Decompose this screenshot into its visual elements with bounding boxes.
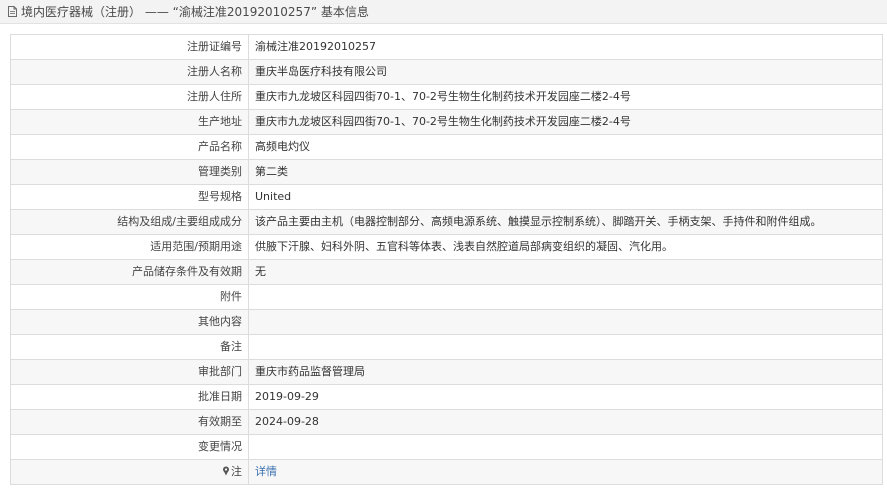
table-row: 批准日期 2019-09-29 (10, 384, 883, 410)
table-row: 附件 (10, 284, 883, 310)
row-label: 管理类别 (10, 159, 249, 185)
row-value: United (248, 184, 883, 210)
page-title: 境内医疗器械（注册） —— “渝械注准20192010257” 基本信息 (21, 5, 369, 19)
page: 境内医疗器械（注册） —— “渝械注准20192010257” 基本信息 注册证… (0, 0, 887, 502)
row-label: 其他内容 (10, 309, 249, 335)
row-label: 适用范围/预期用途 (10, 234, 249, 260)
row-value: 该产品主要由主机（电器控制部分、高频电源系统、触摸显示控制系统）、脚踏开关、手柄… (248, 209, 883, 235)
row-value (248, 284, 883, 310)
row-value (248, 434, 883, 460)
table-row: 有效期至 2024-09-28 (10, 409, 883, 435)
row-value: 供腋下汗腺、妇科外阴、五官科等体表、浅表自然腔道局部病变组织的凝固、汽化用。 (248, 234, 883, 260)
row-value: 重庆市药品监督管理局 (248, 359, 883, 385)
row-label: 审批部门 (10, 359, 249, 385)
row-label: 变更情况 (10, 434, 249, 460)
table-row: 管理类别 第二类 (10, 159, 883, 185)
note-value-cell: 详情 (248, 459, 883, 485)
table-row: 注册证编号 渝械注准20192010257 (10, 34, 883, 60)
info-table: 注册证编号 渝械注准20192010257 注册人名称 重庆半岛医疗科技有限公司… (10, 34, 883, 485)
row-value (248, 309, 883, 335)
row-value (248, 334, 883, 360)
table-row: 备注 (10, 334, 883, 360)
document-icon (6, 5, 19, 18)
table-row: 型号规格 United (10, 184, 883, 210)
row-value: 重庆半岛医疗科技有限公司 (248, 59, 883, 85)
row-label: 产品储存条件及有效期 (10, 259, 249, 285)
row-label: 附件 (10, 284, 249, 310)
table-row: 变更情况 (10, 434, 883, 460)
table-row: 注册人名称 重庆半岛医疗科技有限公司 (10, 59, 883, 85)
row-label: 注册人住所 (10, 84, 249, 110)
info-table-body: 注册证编号 渝械注准20192010257 注册人名称 重庆半岛医疗科技有限公司… (10, 34, 883, 485)
detail-link[interactable]: 详情 (255, 465, 277, 478)
row-label: 备注 (10, 334, 249, 360)
note-row: 注 详情 (10, 459, 883, 485)
table-row: 产品名称 高频电灼仪 (10, 134, 883, 160)
pin-icon (222, 461, 230, 476)
row-label: 有效期至 (10, 409, 249, 435)
table-row: 生产地址 重庆市九龙坡区科园四街70-1、70-2号生物生化制药技术开发园座二楼… (10, 109, 883, 135)
row-label: 产品名称 (10, 134, 249, 160)
row-value: 2019-09-29 (248, 384, 883, 410)
table-row: 适用范围/预期用途 供腋下汗腺、妇科外阴、五官科等体表、浅表自然腔道局部病变组织… (10, 234, 883, 260)
row-label: 注册人名称 (10, 59, 249, 85)
row-value: 2024-09-28 (248, 409, 883, 435)
row-label: 注册证编号 (10, 34, 249, 60)
row-label: 生产地址 (10, 109, 249, 135)
table-row: 注册人住所 重庆市九龙坡区科园四街70-1、70-2号生物生化制药技术开发园座二… (10, 84, 883, 110)
row-value: 重庆市九龙坡区科园四街70-1、70-2号生物生化制药技术开发园座二楼2-4号 (248, 84, 883, 110)
table-row: 产品储存条件及有效期 无 (10, 259, 883, 285)
page-header: 境内医疗器械（注册） —— “渝械注准20192010257” 基本信息 (0, 0, 887, 24)
table-row: 其他内容 (10, 309, 883, 335)
row-label: 结构及组成/主要组成成分 (10, 209, 249, 235)
table-row: 结构及组成/主要组成成分 该产品主要由主机（电器控制部分、高频电源系统、触摸显示… (10, 209, 883, 235)
row-value: 高频电灼仪 (248, 134, 883, 160)
row-value: 第二类 (248, 159, 883, 185)
row-value: 无 (248, 259, 883, 285)
note-label: 注 (231, 465, 242, 478)
note-label-cell: 注 (10, 459, 249, 485)
row-label: 型号规格 (10, 184, 249, 210)
table-row: 审批部门 重庆市药品监督管理局 (10, 359, 883, 385)
row-label: 批准日期 (10, 384, 249, 410)
row-value: 渝械注准20192010257 (248, 34, 883, 60)
row-value: 重庆市九龙坡区科园四街70-1、70-2号生物生化制药技术开发园座二楼2-4号 (248, 109, 883, 135)
